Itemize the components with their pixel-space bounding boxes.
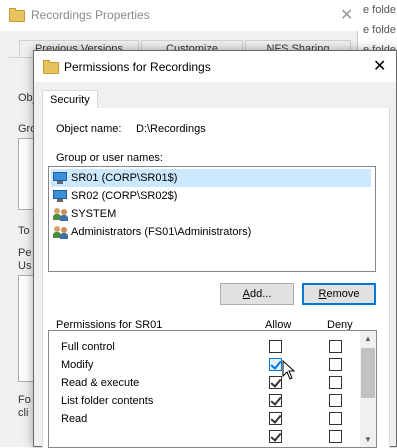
close-icon[interactable]: ✕ bbox=[373, 56, 386, 76]
folder-icon bbox=[43, 60, 59, 74]
dialog-tabstrip: Security bbox=[42, 90, 388, 109]
permission-name: Read bbox=[61, 413, 88, 425]
table-row bbox=[49, 428, 359, 446]
clipped-label: Fo bbox=[18, 394, 31, 406]
object-name-value: D:\Recordings bbox=[136, 123, 206, 135]
computer-icon bbox=[53, 190, 67, 202]
scroll-thumb[interactable] bbox=[361, 348, 375, 398]
clipped-label: Us bbox=[18, 260, 32, 272]
permissions-scrollbar[interactable]: ▲ ▼ bbox=[360, 331, 376, 447]
deny-checkbox[interactable] bbox=[329, 430, 342, 443]
clipped-label: To bbox=[18, 225, 30, 237]
clipped-label: Pe bbox=[18, 247, 32, 259]
list-item[interactable]: Administrators (FS01\Administrators) bbox=[51, 223, 371, 241]
allow-checkbox[interactable] bbox=[269, 412, 282, 425]
add-button[interactable]: Add... bbox=[220, 283, 294, 305]
deny-checkbox[interactable] bbox=[329, 340, 342, 353]
permissions-dialog: Permissions for Recordings ✕ Security Ob… bbox=[33, 50, 397, 448]
users-icon bbox=[53, 207, 69, 221]
deny-checkbox[interactable] bbox=[329, 412, 342, 425]
list-item[interactable]: SR01 (CORP\SR01$) bbox=[51, 169, 371, 187]
remove-button[interactable]: Remove bbox=[302, 283, 376, 305]
allow-checkbox[interactable] bbox=[269, 358, 282, 371]
dialog-titlebar: Permissions for Recordings ✕ bbox=[34, 51, 396, 82]
permission-name: Full control bbox=[61, 341, 115, 353]
permission-name: List folder contents bbox=[61, 395, 154, 407]
allow-checkbox[interactable] bbox=[269, 340, 282, 353]
group-name: SR02 (CORP\SR02$) bbox=[71, 190, 178, 202]
scroll-up-icon[interactable]: ▲ bbox=[364, 334, 372, 343]
permission-name: Read & execute bbox=[61, 377, 140, 389]
folder-icon bbox=[9, 8, 25, 22]
tab-security[interactable]: Security bbox=[42, 90, 98, 109]
background-titlebar: Recordings Properties ✕ bbox=[0, 0, 358, 31]
list-item[interactable]: SYSTEM bbox=[51, 205, 371, 223]
scroll-down-icon[interactable]: ▼ bbox=[364, 435, 372, 444]
clipped-label: cli bbox=[18, 407, 29, 419]
close-icon[interactable]: ✕ bbox=[340, 5, 353, 25]
users-icon bbox=[53, 225, 69, 239]
deny-checkbox[interactable] bbox=[329, 358, 342, 371]
groups-label: Group or user names: bbox=[56, 152, 163, 164]
group-name: Administrators (FS01\Administrators) bbox=[71, 226, 252, 238]
clipped-groups-list bbox=[18, 138, 34, 210]
permissions-list: Full control Modify Read & execute List … bbox=[48, 330, 377, 448]
object-name-label: Object name: bbox=[56, 123, 122, 135]
computer-icon bbox=[53, 172, 67, 184]
group-name: SYSTEM bbox=[71, 208, 117, 220]
permission-name: Modify bbox=[61, 359, 94, 371]
dialog-title: Permissions for Recordings bbox=[64, 60, 211, 74]
background-window-title: Recordings Properties bbox=[31, 8, 150, 22]
explorer-item-text: e folde bbox=[363, 4, 397, 16]
groups-list[interactable]: SR01 (CORP\SR01$) SR02 (CORP\SR02$) SYST… bbox=[48, 166, 376, 272]
deny-checkbox[interactable] bbox=[329, 376, 342, 389]
group-name: SR01 (CORP\SR01$) bbox=[71, 172, 178, 184]
explorer-item-text: e folde bbox=[363, 24, 397, 36]
allow-checkbox[interactable] bbox=[269, 394, 282, 407]
clipped-permissions-list bbox=[18, 275, 34, 382]
list-item[interactable]: SR02 (CORP\SR02$) bbox=[51, 187, 371, 205]
allow-checkbox[interactable] bbox=[269, 430, 282, 443]
table-row: Read & execute bbox=[49, 374, 359, 392]
allow-checkbox[interactable] bbox=[269, 376, 282, 389]
mouse-cursor-icon bbox=[282, 360, 296, 380]
table-row: Full control bbox=[49, 338, 359, 356]
table-row: Modify bbox=[49, 356, 359, 374]
table-row: Read bbox=[49, 410, 359, 428]
deny-checkbox[interactable] bbox=[329, 394, 342, 407]
table-row: List folder contents bbox=[49, 392, 359, 410]
